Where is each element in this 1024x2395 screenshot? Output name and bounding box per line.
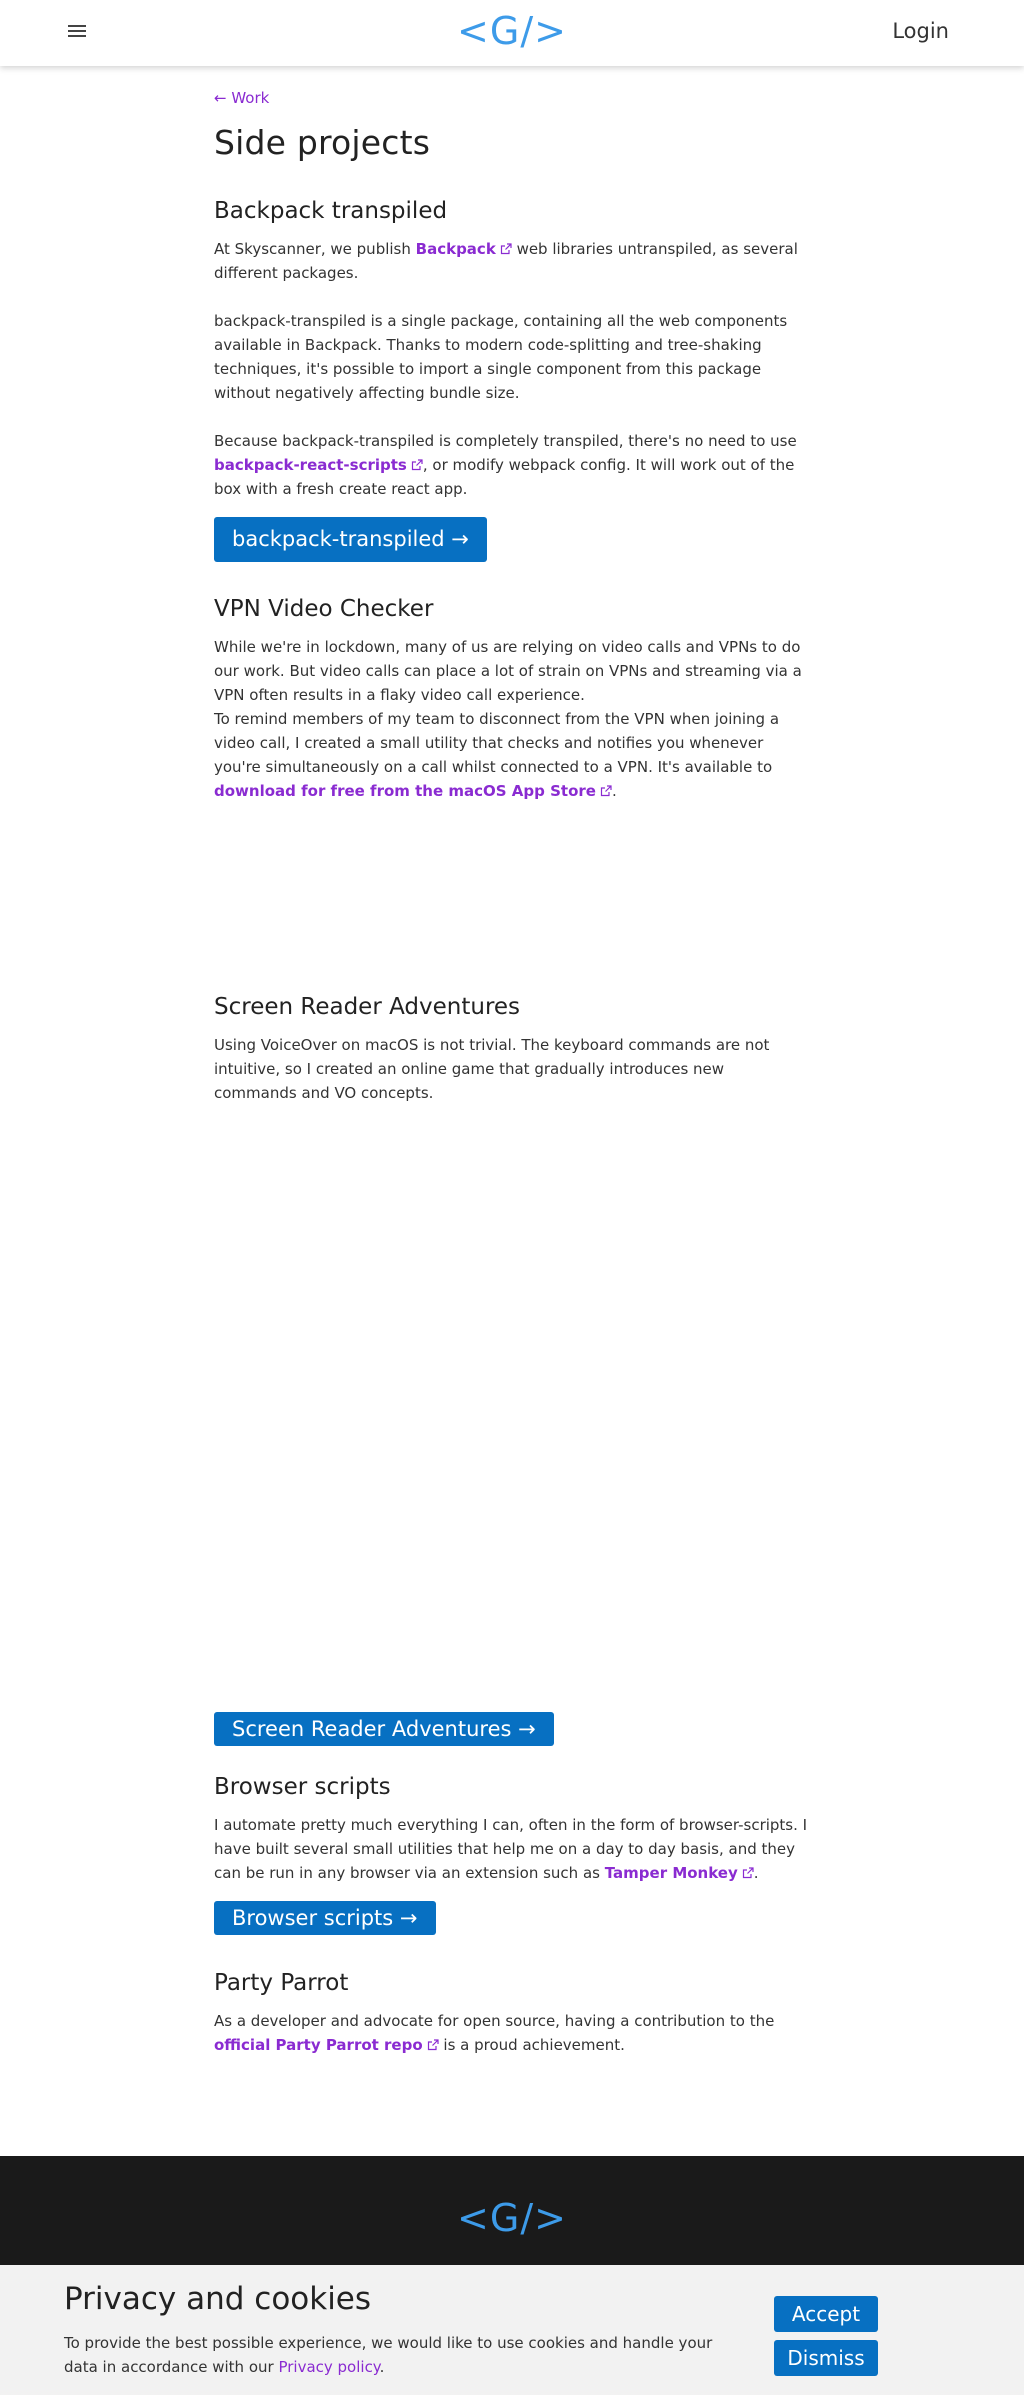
section-title: Party Parrot	[214, 1970, 349, 1996]
login-link[interactable]: Login	[892, 19, 949, 43]
section-party-parrot: Party Parrot As a developer and advocate…	[214, 1970, 810, 2057]
footer-logo[interactable]: <G/>	[0, 2196, 1024, 2240]
link-text: Backpack	[415, 240, 496, 258]
back-to-work-link[interactable]: ← Work	[214, 89, 269, 107]
section-browser-scripts: Browser scripts I automate pretty much e…	[214, 1774, 810, 1935]
section-paragraph: Using VoiceOver on macOS is not trivial.…	[214, 1036, 770, 1102]
section-screen-reader-adventures: Screen Reader Adventures Using VoiceOver…	[214, 994, 810, 1105]
section-paragraph: To remind members of my team to disconne…	[214, 707, 810, 803]
section-title: VPN Video Checker	[214, 596, 434, 622]
text: To provide the best possible experience,…	[64, 2334, 713, 2376]
logo-home-link[interactable]: <G/>	[457, 9, 567, 53]
section-paragraph: As a developer and advocate for open sou…	[214, 2009, 810, 2057]
accept-cookies-button[interactable]: Accept	[774, 2296, 878, 2332]
text: To remind members of my team to disconne…	[214, 710, 780, 776]
section-paragraph: While we're in lockdown, many of us are …	[214, 638, 802, 704]
party-parrot-repo-link[interactable]: official Party Parrot repo	[214, 2036, 439, 2054]
section-title: Screen Reader Adventures	[214, 994, 521, 1020]
cookie-title: Privacy and cookies	[64, 2281, 372, 2317]
section-paragraph: Because backpack-transpiled is completel…	[214, 429, 810, 501]
page-title: Side projects	[214, 123, 431, 162]
section-title: Browser scripts	[214, 1774, 391, 1800]
section-backpack-transpiled: Backpack transpiled At Skyscanner, we pu…	[214, 198, 810, 562]
link-text: download for free from the macOS App Sto…	[214, 782, 596, 800]
site-logo: <G/>	[0, 9, 1024, 53]
text: .	[753, 1864, 759, 1882]
external-link-icon	[427, 2039, 439, 2051]
external-link-icon	[742, 1867, 754, 1879]
screen-reader-adventures-button[interactable]: Screen Reader Adventures →	[214, 1712, 554, 1746]
browser-scripts-button[interactable]: Browser scripts →	[214, 1901, 436, 1935]
section-paragraph: At Skyscanner, we publish Backpack web l…	[214, 237, 810, 285]
backpack-link[interactable]: Backpack	[416, 240, 512, 258]
menu-icon[interactable]	[68, 25, 86, 39]
dismiss-cookies-button[interactable]: Dismiss	[774, 2340, 878, 2376]
text: At Skyscanner, we publish	[214, 240, 416, 258]
link-text: Tamper Monkey	[604, 1864, 738, 1882]
backpack-react-scripts-link[interactable]: backpack-react-scripts	[214, 456, 423, 474]
section-title: Backpack transpiled	[214, 198, 448, 224]
backpack-transpiled-button[interactable]: backpack-transpiled →	[214, 517, 487, 562]
link-text: official Party Parrot repo	[214, 2036, 423, 2054]
cookie-banner: Privacy and cookies To provide the best …	[0, 2265, 1024, 2395]
section-vpn-video-checker: VPN Video Checker While we're in lockdow…	[214, 596, 810, 803]
cookie-text: To provide the best possible experience,…	[64, 2331, 744, 2379]
macos-app-store-link[interactable]: download for free from the macOS App Sto…	[214, 782, 612, 800]
external-link-icon	[411, 459, 423, 471]
text: .	[379, 2358, 385, 2376]
text: .	[611, 782, 617, 800]
link-text: backpack-react-scripts	[214, 456, 407, 474]
main-content: ← Work Side projects Backpack transpiled…	[214, 86, 810, 2054]
text: Because backpack-transpiled is completel…	[214, 432, 797, 450]
top-navigation-bar: <G/> Login	[0, 0, 1024, 66]
text: is a proud achievement.	[438, 2036, 625, 2054]
section-paragraph: backpack-transpiled is a single package,…	[214, 312, 788, 402]
privacy-policy-link[interactable]: Privacy policy	[278, 2358, 379, 2376]
tamper-monkey-link[interactable]: Tamper Monkey	[605, 1864, 754, 1882]
external-link-icon	[500, 243, 512, 255]
section-paragraph: I automate pretty much everything I can,…	[214, 1813, 810, 1885]
text: As a developer and advocate for open sou…	[214, 2012, 775, 2030]
external-link-icon	[600, 785, 612, 797]
